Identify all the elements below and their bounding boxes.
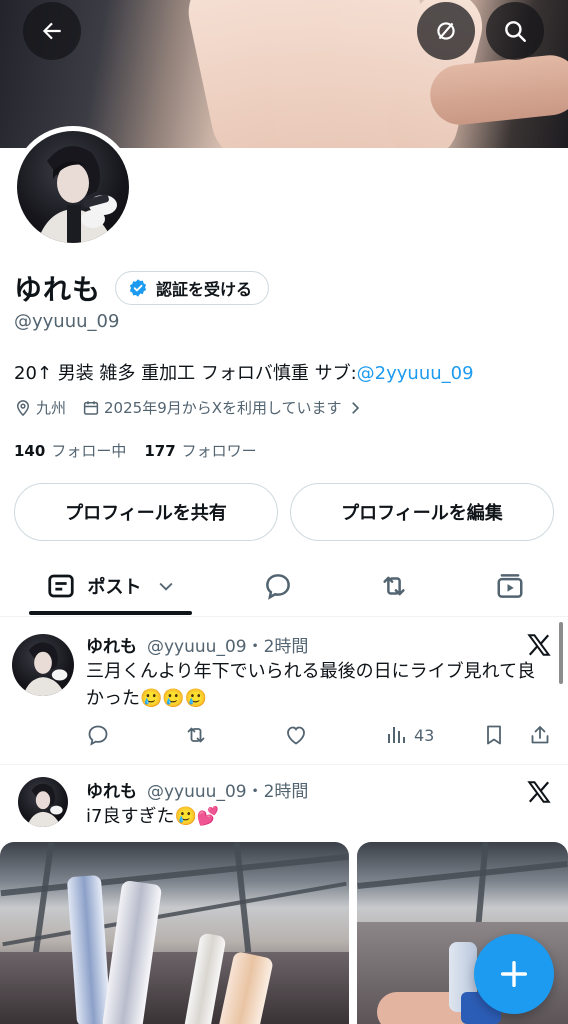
bookmark-icon [487, 725, 501, 745]
refresh-icon [437, 22, 455, 40]
media-icon [497, 574, 523, 598]
followers-link[interactable]: 177 フォロワー [144, 440, 256, 461]
following-link[interactable]: 140 フォロー中 [14, 440, 126, 461]
post-author-name: ゆれも [86, 637, 137, 657]
share-profile-label: プロフィールを共有 [65, 503, 227, 524]
share-icon [531, 726, 549, 744]
followers-label: フォロワー [181, 442, 257, 460]
refresh-button[interactable] [417, 2, 475, 60]
posts-icon [47, 574, 74, 598]
edit-profile-label: プロフィールを編集 [341, 503, 503, 524]
repost-button[interactable] [184, 723, 208, 747]
reply-icon [88, 725, 108, 746]
back-arrow-icon [42, 22, 61, 40]
chevron-right-icon [351, 401, 359, 414]
like-icon [287, 726, 305, 745]
views-button[interactable]: 43 [384, 723, 434, 747]
post-avatar[interactable] [18, 777, 68, 827]
post-text: i7良すぎた🥲💕 [86, 806, 220, 827]
bookmark-button[interactable] [482, 723, 506, 747]
back-button[interactable] [23, 2, 81, 60]
post-actions: 43 [86, 723, 556, 753]
plus-icon [500, 960, 528, 988]
reply-button[interactable] [86, 723, 110, 747]
profile-bio: 20↑ 男装 雑多 重加工 フォロバ慎重 サブ:@2yyuuu_09 [14, 359, 474, 385]
edit-profile-button[interactable]: プロフィールを編集 [290, 483, 554, 541]
x-logo-icon [527, 634, 551, 656]
scrollbar[interactable] [559, 622, 563, 684]
share-profile-button[interactable]: プロフィールを共有 [14, 483, 278, 541]
search-icon [505, 21, 526, 42]
profile-meta: 九州 2025年9月からXを利用しています [14, 397, 384, 418]
like-button[interactable] [284, 723, 308, 747]
chevron-down-icon [159, 582, 172, 591]
tab-replies[interactable] [238, 557, 318, 615]
views-icon [388, 727, 405, 743]
post-item[interactable]: ゆれも @yyuuu_09・2時間 三月くんより年下でいられる最後の日にライブ見… [0, 618, 568, 764]
tab-reposts[interactable] [354, 557, 434, 615]
location-text: 九州 [36, 399, 67, 417]
repost-icon [187, 727, 205, 743]
replies-icon [266, 574, 290, 600]
get-verified-label: 認証を受ける [156, 280, 253, 299]
post-avatar[interactable] [12, 634, 74, 696]
tab-media[interactable] [470, 557, 550, 615]
location-pin-icon [16, 399, 30, 416]
joined-text: 2025年9月からXを利用しています [104, 399, 342, 417]
post-author-name: ゆれも [86, 782, 137, 802]
x-logo-icon [527, 781, 551, 803]
bio-text: 20↑ 男装 雑多 重加工 フォロバ慎重 サブ: [14, 363, 357, 384]
post-meta: @yyuuu_09・2時間 [147, 637, 309, 657]
verified-badge-icon [129, 279, 147, 297]
share-button[interactable] [528, 723, 552, 747]
search-button[interactable] [486, 2, 544, 60]
following-count: 140 [14, 442, 46, 460]
followers-count: 177 [144, 442, 176, 460]
compose-post-button[interactable] [474, 934, 554, 1014]
views-count: 43 [414, 725, 435, 745]
tab-posts-label: ポスト [87, 577, 142, 598]
reposts-icon [383, 576, 405, 596]
profile-banner[interactable] [0, 0, 568, 148]
post-photo[interactable] [0, 842, 349, 1024]
post-meta: @yyuuu_09・2時間 [147, 782, 309, 802]
profile-handle: @yyuuu_09 [14, 311, 120, 332]
profile-tabs: ポスト [0, 557, 568, 617]
tab-active-indicator [29, 611, 192, 615]
tab-posts[interactable]: ポスト [29, 557, 192, 615]
get-verified-button[interactable]: 認証を受ける [115, 271, 270, 305]
display-name: ゆれも [14, 273, 102, 306]
follow-stats: 140 フォロー中 177 フォロワー [14, 440, 275, 461]
post-text: 三月くんより年下でいられる最後の日にライブ見れて良かった🥲🥲🥲 [86, 661, 536, 709]
following-label: フォロー中 [51, 442, 127, 460]
profile-avatar[interactable] [12, 126, 134, 248]
calendar-icon [83, 400, 99, 415]
joined-link[interactable]: 2025年9月からXを利用しています [82, 397, 368, 418]
bio-link[interactable]: @2yyuuu_09 [357, 363, 474, 384]
